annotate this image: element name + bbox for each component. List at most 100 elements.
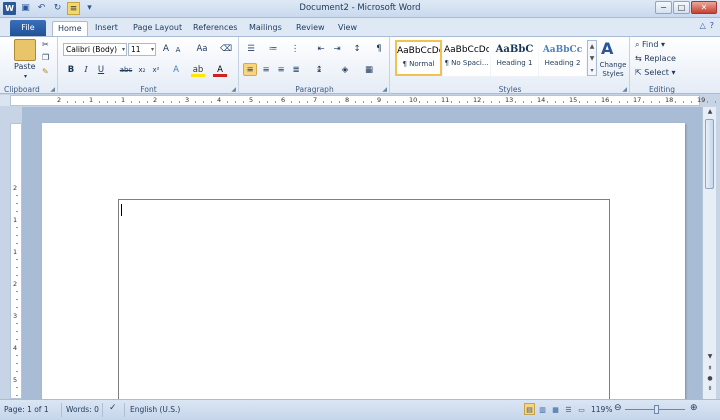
zoom-out-icon[interactable]: ⊖ <box>614 403 622 413</box>
numbering-icon[interactable]: ≔ <box>266 43 280 56</box>
close-button[interactable]: ✕ <box>691 1 717 14</box>
zoom-slider-thumb[interactable] <box>654 405 659 414</box>
maximize-button[interactable]: □ <box>673 1 690 14</box>
paste-icon[interactable] <box>14 39 36 61</box>
style-heading-2[interactable]: AaBbCc Heading 2 <box>539 40 586 76</box>
tab-page-layout[interactable]: Page Layout <box>128 21 187 36</box>
paste-dropdown-icon[interactable]: ▾ <box>24 73 27 80</box>
copy-icon[interactable]: ❐ <box>42 53 49 62</box>
text-effects-icon[interactable]: A <box>169 64 183 77</box>
ruler-tick <box>547 101 548 103</box>
shrink-font-button[interactable]: A <box>171 44 185 57</box>
ruler-number: 4 <box>13 344 18 352</box>
previous-page-icon[interactable]: ⇞ <box>704 365 716 375</box>
font-color-icon[interactable]: A <box>213 64 227 77</box>
line-spacing-icon[interactable]: ↨ <box>312 64 326 77</box>
minimize-ribbon-icon[interactable]: △ <box>700 21 706 30</box>
zoom-level[interactable]: 119% <box>591 405 612 414</box>
change-case-button[interactable]: Aa <box>193 43 211 56</box>
borders-icon[interactable]: ▦ <box>362 64 376 77</box>
justify-icon[interactable]: ≣ <box>289 64 303 77</box>
help-icon[interactable]: ? <box>710 21 714 30</box>
paste-button[interactable]: Paste <box>14 62 36 71</box>
strikethrough-button[interactable]: abc <box>117 64 135 77</box>
ruler-tick <box>675 101 676 103</box>
decrease-indent-icon[interactable]: ⇤ <box>314 43 328 56</box>
scroll-thumb[interactable] <box>705 119 714 189</box>
minimize-button[interactable]: − <box>655 1 672 14</box>
scroll-down-icon[interactable]: ▼ <box>704 353 716 363</box>
italic-button[interactable]: I <box>79 64 93 77</box>
word-count[interactable]: Words: 0 <box>66 405 99 414</box>
ruler-tick <box>531 101 532 103</box>
align-right-icon[interactable]: ≡ <box>274 64 288 77</box>
underline-button[interactable]: U <box>94 64 108 77</box>
show-formatting-icon[interactable]: ¶ <box>372 43 386 56</box>
increase-indent-icon[interactable]: ⇥ <box>330 43 344 56</box>
tab-references[interactable]: References <box>188 21 242 36</box>
full-screen-reading-icon[interactable]: ▥ <box>537 403 548 415</box>
superscript-button[interactable]: x² <box>149 64 163 77</box>
zoom-in-icon[interactable]: ⊕ <box>690 403 698 413</box>
clear-formatting-icon[interactable]: ⌫ <box>219 43 233 56</box>
ruler-tab-selector[interactable] <box>0 95 10 106</box>
style-no-spacing[interactable]: AaBbCcDc ¶ No Spaci... <box>443 40 490 76</box>
text-area-boundary <box>118 199 610 419</box>
change-styles-icon[interactable]: A <box>601 39 613 58</box>
vertical-ruler[interactable]: 2 1 1 2 3 4 5 <box>10 123 22 399</box>
tab-view[interactable]: View <box>333 21 362 36</box>
style-normal[interactable]: AaBbCcDc ¶ Normal <box>395 40 442 76</box>
print-layout-icon[interactable]: ▤ <box>524 403 535 415</box>
clipboard-launcher-icon[interactable]: ◢ <box>50 86 55 93</box>
ruler-tick <box>435 101 436 103</box>
align-center-icon[interactable]: ≡ <box>259 64 273 77</box>
tab-review[interactable]: Review <box>291 21 330 36</box>
multilevel-list-icon[interactable]: ⋮ <box>288 43 302 56</box>
paragraph-launcher-icon[interactable]: ◢ <box>382 86 387 93</box>
tab-file[interactable]: File <box>10 20 46 36</box>
tab-mailings[interactable]: Mailings <box>244 21 287 36</box>
bullets-icon[interactable]: ☰ <box>244 43 258 56</box>
ruler-tick <box>307 101 308 103</box>
web-layout-icon[interactable]: ▦ <box>550 403 561 415</box>
next-page-icon[interactable]: ⇟ <box>704 385 716 395</box>
style-preview: AaBbC <box>495 44 534 55</box>
find-button[interactable]: ⌕ Find ▾ <box>635 40 665 50</box>
highlight-color-icon[interactable]: ab <box>191 64 205 77</box>
ruler-tick <box>555 101 556 103</box>
draft-icon[interactable]: ▭ <box>576 403 587 415</box>
sort-icon[interactable]: ↕ <box>350 43 364 56</box>
select-browse-object-icon[interactable]: ● <box>704 375 716 385</box>
font-size-select[interactable]: 11 ▾ <box>128 43 156 56</box>
format-painter-brush-icon[interactable]: ✎ <box>42 67 49 76</box>
ruler-tick <box>16 363 18 364</box>
font-launcher-icon[interactable]: ◢ <box>231 86 236 93</box>
language-indicator[interactable]: English (U.S.) <box>130 405 180 414</box>
proofing-icon[interactable]: ✓ <box>109 403 117 413</box>
ruler-tick <box>651 101 652 103</box>
tab-insert[interactable]: Insert <box>90 21 123 36</box>
ruler-tick <box>16 387 18 388</box>
cut-icon[interactable]: ✂ <box>42 40 49 49</box>
ruler-tick <box>16 307 18 308</box>
horizontal-ruler[interactable]: 2 1 1 2 3 4 5 6 7 8 9 10 11 12 13 14 15 16 17 18 19 <box>10 95 716 106</box>
page-count[interactable]: Page: 1 of 1 <box>4 405 49 414</box>
shading-icon[interactable]: ◈ <box>338 64 352 77</box>
outline-icon[interactable]: ☰ <box>563 403 574 415</box>
scroll-up-icon[interactable]: ▲ <box>704 108 716 118</box>
ruler-tick <box>147 101 148 103</box>
styles-launcher-icon[interactable]: ◢ <box>622 86 627 93</box>
tab-home[interactable]: Home <box>52 21 88 36</box>
subscript-button[interactable]: x₂ <box>135 64 149 77</box>
styles-group: AaBbCcDc ¶ Normal AaBbCcDc ¶ No Spaci...… <box>391 37 630 95</box>
style-heading-1[interactable]: AaBbC Heading 1 <box>491 40 538 76</box>
change-styles-button[interactable]: Change Styles <box>598 61 628 79</box>
bold-button[interactable]: B <box>64 64 78 77</box>
vertical-scrollbar[interactable]: ▲ ▼ ⇞ ● ⇟ <box>702 107 716 399</box>
font-family-select[interactable]: Calibri (Body) ▾ <box>63 43 127 56</box>
replace-button[interactable]: ⇆ Replace <box>635 54 676 63</box>
document-page[interactable] <box>42 123 685 419</box>
align-left-icon[interactable]: ≡ <box>243 63 257 76</box>
styles-scroll[interactable]: ▲ ▼ ▾ <box>587 40 597 76</box>
select-button[interactable]: ⇱ Select ▾ <box>635 68 676 77</box>
